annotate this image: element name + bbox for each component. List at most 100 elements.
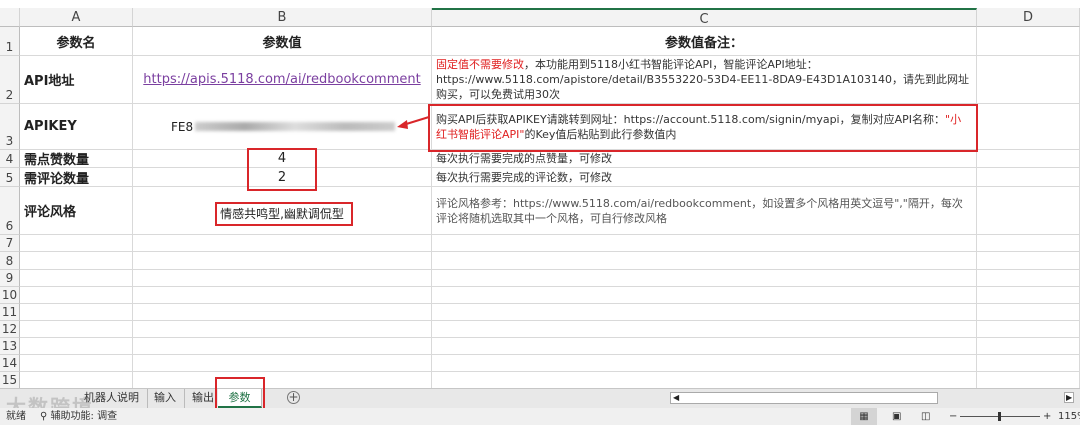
cell-b2[interactable]: https://apis.5118.com/ai/redbookcomment <box>133 56 432 104</box>
empty-cell[interactable] <box>20 338 133 355</box>
select-all-corner[interactable] <box>0 8 20 27</box>
empty-cell[interactable] <box>977 252 1080 270</box>
row-header[interactable]: 12 <box>0 321 20 338</box>
empty-cell[interactable] <box>133 321 432 338</box>
empty-cell[interactable] <box>20 235 133 252</box>
empty-cell[interactable] <box>432 338 977 355</box>
row-header[interactable]: 15 <box>0 372 20 389</box>
tab-robot-info[interactable]: 机器人说明 <box>76 389 148 408</box>
cell-c5[interactable]: 每次执行需要完成的评论数，可修改 <box>432 168 977 187</box>
empty-cell[interactable] <box>133 355 432 372</box>
status-ready: 就绪 <box>6 411 26 422</box>
empty-cell[interactable] <box>977 104 1080 150</box>
empty-cell[interactable] <box>977 56 1080 104</box>
col-header-b[interactable]: B <box>133 8 432 27</box>
zoom-level[interactable]: 115% <box>1058 408 1080 425</box>
horizontal-scrollbar[interactable]: ◀ <box>670 392 938 404</box>
col-header-c[interactable]: C <box>432 8 977 27</box>
row-header[interactable]: 1 <box>0 27 20 56</box>
empty-cell[interactable] <box>977 338 1080 355</box>
add-sheet-icon[interactable]: + <box>287 391 300 404</box>
cell-c2[interactable]: 固定值不需要修改，本功能用到5118小红书智能评论API，智能评论API地址：h… <box>432 56 977 104</box>
empty-cell[interactable] <box>432 235 977 252</box>
cell-a1[interactable]: 参数名 <box>20 27 133 56</box>
zoom-in-button[interactable]: + <box>1043 408 1051 425</box>
row-header[interactable]: 9 <box>0 270 20 287</box>
empty-cell[interactable] <box>432 355 977 372</box>
row-header[interactable]: 6 <box>0 187 20 235</box>
empty-cell[interactable] <box>20 304 133 321</box>
empty-cell[interactable] <box>20 321 133 338</box>
col-header-d[interactable]: D <box>977 8 1080 27</box>
tab-input[interactable]: 输入 <box>146 389 185 408</box>
empty-cell[interactable] <box>432 372 977 389</box>
empty-cell[interactable] <box>977 150 1080 168</box>
empty-cell[interactable] <box>977 287 1080 304</box>
empty-cell[interactable] <box>133 235 432 252</box>
normal-view-icon[interactable]: ▦ <box>851 408 877 425</box>
empty-cell[interactable] <box>432 304 977 321</box>
zoom-slider[interactable] <box>960 412 1040 421</box>
empty-cell[interactable] <box>977 187 1080 235</box>
accessibility-label: 辅助功能: 调查 <box>50 411 118 422</box>
empty-cell[interactable] <box>977 304 1080 321</box>
row-header[interactable]: 8 <box>0 252 20 270</box>
empty-cell[interactable] <box>977 355 1080 372</box>
row-header[interactable]: 13 <box>0 338 20 355</box>
row-header[interactable]: 11 <box>0 304 20 321</box>
page-break-icon[interactable]: ◫ <box>921 408 930 425</box>
row-header[interactable]: 7 <box>0 235 20 252</box>
arrow-icon <box>397 116 430 129</box>
empty-cell[interactable] <box>20 372 133 389</box>
cell-a3[interactable]: APIKEY <box>20 104 133 150</box>
empty-cell[interactable] <box>20 270 133 287</box>
cell-c1[interactable]: 参数值备注： <box>432 27 977 56</box>
highlight-box-style <box>215 202 353 226</box>
zoom-out-button[interactable]: − <box>949 408 957 425</box>
empty-cell[interactable] <box>977 372 1080 389</box>
col-header-a[interactable]: A <box>20 8 133 27</box>
empty-cell[interactable] <box>432 270 977 287</box>
row-header[interactable]: 4 <box>0 150 20 168</box>
cell-a6[interactable]: 评论风格 <box>20 187 133 235</box>
scroll-left-icon[interactable]: ◀ <box>673 393 679 402</box>
empty-cell[interactable] <box>133 252 432 270</box>
empty-cell[interactable] <box>133 304 432 321</box>
row-header[interactable]: 2 <box>0 56 20 104</box>
note-warning: 固定值不需要修改 <box>436 58 524 71</box>
cell-c6[interactable]: 评论风格参考：https://www.5118.com/ai/redbookco… <box>432 187 977 235</box>
scroll-right-icon[interactable]: ▶ <box>1064 392 1075 403</box>
cell-a2[interactable]: API地址 <box>20 56 133 104</box>
cell-a5[interactable]: 需评论数量 <box>20 168 133 187</box>
row-header[interactable]: 14 <box>0 355 20 372</box>
cell-a4[interactable]: 需点赞数量 <box>20 150 133 168</box>
empty-cell[interactable] <box>977 235 1080 252</box>
row-header[interactable]: 3 <box>0 104 20 150</box>
api-url-link[interactable]: https://apis.5118.com/ai/redbookcomment <box>143 72 420 87</box>
sheet-tab-bar: 大数跨境 机器人说明 输入 输出 参数 + ◀ ▶ <box>0 377 1080 419</box>
empty-cell[interactable] <box>432 321 977 338</box>
empty-cell[interactable] <box>133 338 432 355</box>
empty-cell[interactable] <box>20 252 133 270</box>
apikey-visible: FE8 <box>171 119 194 134</box>
cell-b3[interactable]: FE8 <box>133 104 432 150</box>
empty-cell[interactable] <box>432 252 977 270</box>
empty-cell[interactable] <box>977 270 1080 287</box>
empty-cell[interactable] <box>977 321 1080 338</box>
cell-b1[interactable]: 参数值 <box>133 27 432 56</box>
apikey-blurred <box>195 122 396 131</box>
zoom-slider-thumb[interactable] <box>998 412 1001 421</box>
cell-c4[interactable]: 每次执行需要完成的点赞量，可修改 <box>432 150 977 168</box>
row-header[interactable]: 5 <box>0 168 20 187</box>
empty-cell[interactable] <box>20 355 133 372</box>
empty-cell[interactable] <box>977 168 1080 187</box>
empty-cell[interactable] <box>133 287 432 304</box>
empty-cell[interactable] <box>977 27 1080 56</box>
empty-cell[interactable] <box>432 287 977 304</box>
empty-cell[interactable] <box>133 372 432 389</box>
empty-cell[interactable] <box>133 270 432 287</box>
row-header[interactable]: 10 <box>0 287 20 304</box>
accessibility-status[interactable]: ⚲ 辅助功能: 调查 <box>40 408 117 425</box>
empty-cell[interactable] <box>20 287 133 304</box>
page-layout-icon[interactable]: ▣ <box>892 408 901 425</box>
